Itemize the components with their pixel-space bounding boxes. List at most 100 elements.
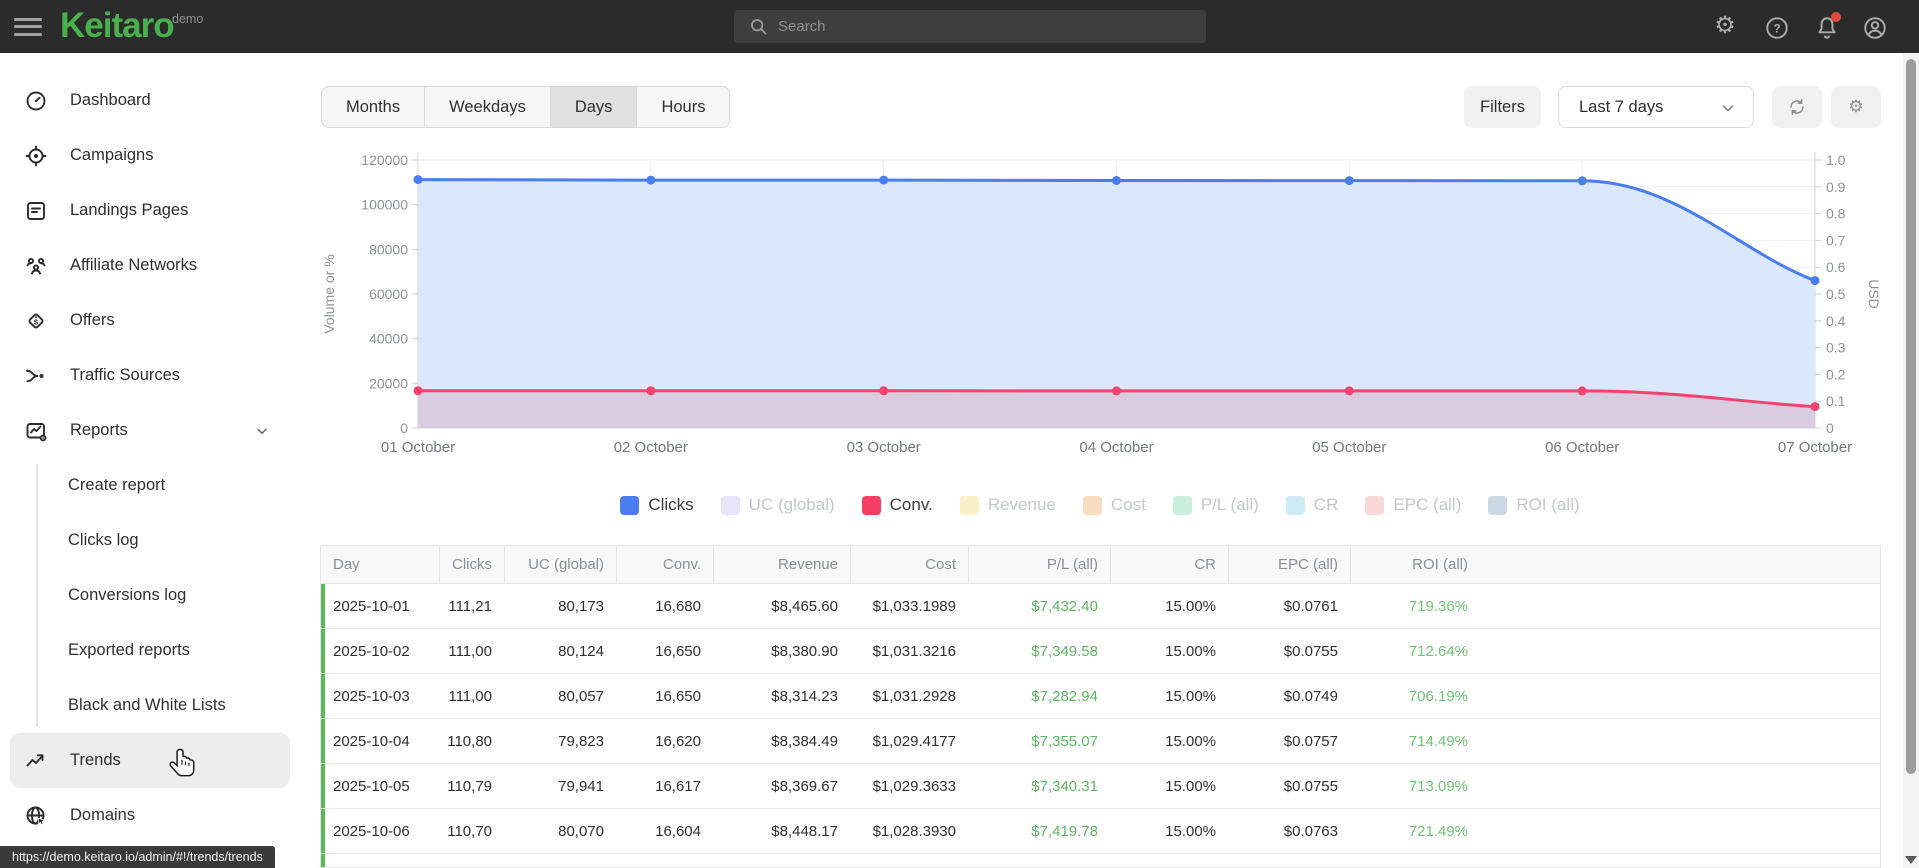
cell-filler [1480, 629, 1880, 673]
cell-day: 2025-10-02 [333, 642, 410, 660]
sidebar-item-campaigns[interactable]: Campaigns [10, 128, 290, 183]
svg-text:80000: 80000 [369, 241, 408, 257]
cell-clicks: 110,70 [447, 822, 492, 840]
cell-cr: 15.00% [1165, 687, 1216, 705]
legend-item-revenue[interactable]: Revenue [959, 495, 1056, 515]
notifications-bell-icon[interactable] [1814, 12, 1841, 41]
column-header-day[interactable]: Day [321, 546, 439, 583]
status-url-tooltip: https://demo.keitaro.io/admin/#!/trends/… [0, 846, 275, 868]
tab-months[interactable]: Months [322, 87, 424, 127]
column-header-p-l-all-[interactable]: P/L (all) [968, 546, 1110, 583]
cell-p-l-all-: $7,340.31 [1031, 777, 1098, 795]
keitaro-logo[interactable]: Keitaro [60, 6, 175, 46]
gear-icon: ⚙ [1848, 97, 1864, 116]
sidebar-item-offers[interactable]: $ Offers [10, 293, 290, 348]
legend-item-epc-all-[interactable]: EPC (all) [1365, 495, 1461, 515]
sidebar-subitem-black-and-white-lists[interactable]: Black and White Lists [0, 678, 300, 733]
chart-legend: Clicks UC (global) Conv. Revenue Cost P/… [320, 490, 1880, 520]
sidebar-item-landing-pages[interactable]: Landings Pages [10, 183, 290, 238]
search-input[interactable] [778, 10, 1198, 43]
sidebar-item-affiliate-networks[interactable]: Affiliate Networks [10, 238, 290, 293]
svg-text:0.9: 0.9 [1826, 179, 1846, 195]
cell-revenue: $8,380.90 [771, 642, 838, 660]
domains-icon [24, 804, 48, 828]
svg-text:?: ? [1773, 21, 1780, 35]
column-header-uc-global-[interactable]: UC (global) [504, 546, 616, 583]
sidebar-subitem-exported-reports[interactable]: Exported reports [0, 623, 300, 678]
cell-day: 2025-10-04 [333, 732, 410, 750]
scrollbar-thumb[interactable] [1906, 59, 1916, 774]
cell-cost: $1,028.3930 [872, 822, 956, 840]
help-icon[interactable]: ? [1764, 15, 1790, 41]
legend-swatch [1082, 495, 1102, 515]
sidebar-item-label: Affiliate Networks [70, 256, 198, 274]
svg-text:40000: 40000 [369, 331, 408, 347]
scrollbar[interactable] [1903, 53, 1919, 868]
legend-item-roi-all-[interactable]: ROI (all) [1488, 495, 1580, 515]
sidebar-item-traffic-sources[interactable]: Traffic Sources [10, 348, 290, 403]
column-header-cr[interactable]: CR [1110, 546, 1228, 583]
sidebar-subitem-clicks-log[interactable]: Clicks log [0, 513, 300, 568]
cell-day: 2025-10-06 [333, 822, 410, 840]
svg-text:0: 0 [400, 420, 408, 436]
table-row: 2025-10-02 111,00 80,124 16,650 $8,380.90 $1,… [321, 629, 1880, 674]
cell-clicks: 110,80 [447, 732, 492, 750]
sidebar-item-dashboard[interactable]: Dashboard [10, 73, 290, 128]
cell-uc-global-: 79,941 [558, 777, 604, 795]
scrollbar-down-arrow[interactable] [1905, 856, 1917, 864]
table-row: 2025-10-05 110,79 79,941 16,617 $8,369.67 $1,… [321, 764, 1880, 809]
sidebar-item-label: Domains [70, 806, 136, 824]
cell-conv-: 16,617 [655, 777, 701, 795]
chevron-down-icon [1722, 105, 1734, 112]
cell-roi-all-: 719.36% [1408, 597, 1468, 615]
legend-item-cost[interactable]: Cost [1082, 495, 1146, 515]
legend-swatch [1285, 495, 1305, 515]
column-header-conv-[interactable]: Conv. [616, 546, 713, 583]
date-range-select[interactable]: Last 7 days [1558, 86, 1754, 128]
table-header-row: Day Clicks UC (global) Conv. Revenue Cost P/L … [321, 546, 1880, 584]
cell-revenue: $8,384.49 [771, 732, 838, 750]
sidebar-item-domains[interactable]: Domains [10, 788, 290, 843]
tab-hours[interactable]: Hours [636, 87, 729, 127]
tab-weekdays[interactable]: Weekdays [424, 87, 550, 127]
sidebar-item-reports[interactable]: Reports [10, 403, 290, 458]
refresh-icon [1790, 99, 1804, 115]
column-header-clicks[interactable]: Clicks [439, 546, 504, 583]
legend-item-cr[interactable]: CR [1285, 495, 1338, 515]
cell-epc-all-: $0.0755 [1283, 777, 1338, 795]
settings-gear-icon[interactable]: ⚙ [1712, 13, 1738, 39]
column-header-revenue[interactable]: Revenue [713, 546, 850, 583]
svg-text:60000: 60000 [369, 286, 408, 302]
topbar: Keitaro demo ⚙ ? [0, 0, 1919, 53]
refresh-button[interactable] [1772, 86, 1822, 128]
sidebar-item-trends[interactable]: Trends [10, 733, 290, 788]
chart-settings-button[interactable]: ⚙ [1831, 86, 1881, 128]
cell-day: 2025-10-07 [321, 854, 439, 867]
cell-revenue: $8,465.60 [771, 597, 838, 615]
tab-days[interactable]: Days [549, 87, 637, 127]
sidebar-subitem-conversions-log[interactable]: Conversions log [0, 568, 300, 623]
svg-text:0.6: 0.6 [1826, 259, 1846, 275]
cell-clicks: 111,00 [448, 642, 492, 660]
column-header-filler [1480, 546, 1880, 583]
user-avatar-icon[interactable] [1862, 15, 1888, 41]
legend-item-clicks[interactable]: Clicks [620, 495, 694, 515]
column-header-roi-all-[interactable]: ROI (all) [1350, 546, 1480, 583]
global-search [734, 10, 1206, 43]
table-row: 2025-10-04 110,80 79,823 16,620 $8,384.49 $1,… [321, 719, 1880, 764]
column-header-cost[interactable]: Cost [850, 546, 968, 583]
cell-epc-all-: $0.0757 [1283, 732, 1338, 750]
filters-button[interactable]: Filters [1464, 86, 1541, 128]
legend-item-conv-[interactable]: Conv. [861, 495, 933, 515]
cell-filler [1480, 584, 1880, 628]
cell-filler [1480, 854, 1880, 867]
legend-item-p-l-all-[interactable]: P/L (all) [1172, 495, 1259, 515]
legend-item-uc-global-[interactable]: UC (global) [720, 495, 835, 515]
svg-text:01 October: 01 October [381, 439, 455, 456]
cell-conv-: 16,650 [655, 687, 701, 705]
svg-text:0.3: 0.3 [1826, 340, 1846, 356]
menu-toggle-icon[interactable] [14, 13, 44, 40]
keitaro-app: Keitaro demo ⚙ ? Dashboard Campaigns Lan… [0, 0, 1919, 868]
sidebar-subitem-create-report[interactable]: Create report [0, 458, 300, 513]
column-header-epc-all-[interactable]: EPC (all) [1228, 546, 1350, 583]
